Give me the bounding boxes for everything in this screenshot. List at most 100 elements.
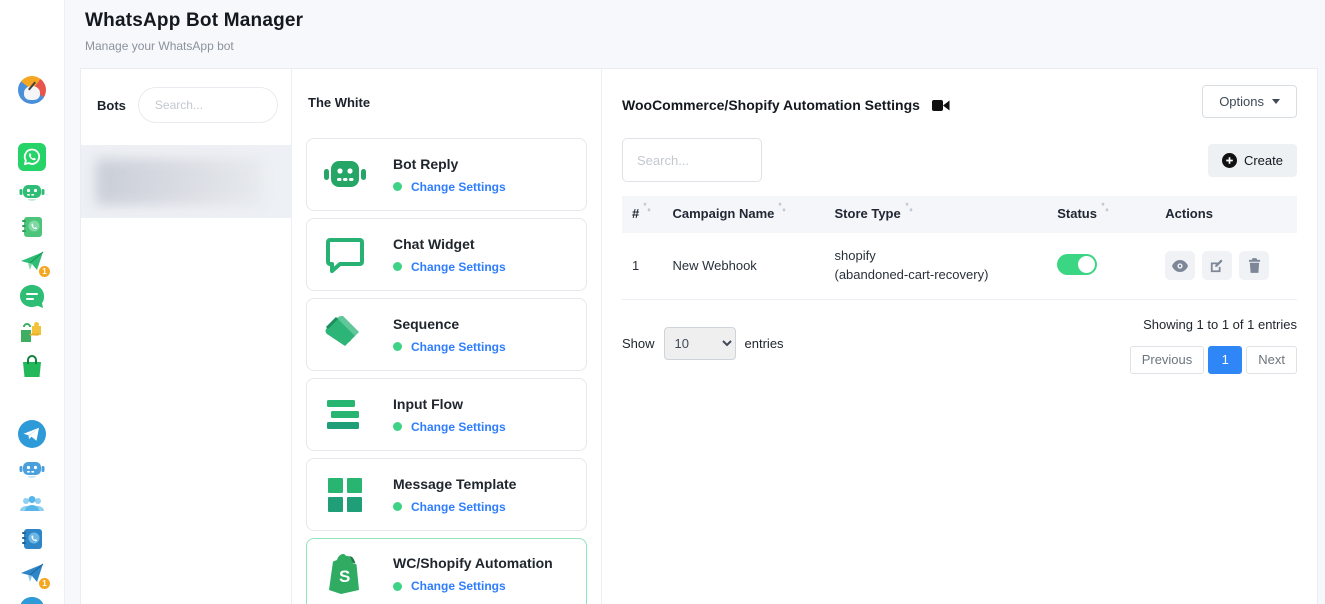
telegram-campaign-icon[interactable]: 1 (17, 559, 47, 589)
status-dot (393, 502, 402, 511)
page-1-button[interactable]: 1 (1208, 346, 1242, 374)
bot-list-item-selected[interactable] (81, 145, 291, 218)
app-root: 1 1 WhatsApp (0, 0, 1325, 604)
bot-menu-panel: The White Bot Reply Change Settings (292, 69, 602, 604)
bots-panel-title: Bots (97, 98, 126, 113)
card-label: Message Template (393, 476, 516, 492)
card-input-flow[interactable]: Input Flow Change Settings (306, 378, 587, 451)
view-button[interactable] (1165, 251, 1195, 280)
shopify-icon: S (321, 552, 369, 596)
row-campaign-name: New Webhook (663, 233, 825, 299)
telegram-contacts-icon[interactable] (17, 524, 47, 554)
video-camera-icon (932, 99, 950, 112)
next-page-button[interactable]: Next (1246, 346, 1297, 374)
column-header-status[interactable]: Status (1047, 196, 1155, 233)
card-wc-shopify-automation[interactable]: S WC/Shopify Automation Change Settings (306, 538, 587, 604)
page-size-control: Show 10 entries (622, 314, 784, 374)
robot-icon (321, 155, 369, 195)
chat-bubble-icon (321, 235, 369, 275)
status-dot (393, 582, 402, 591)
options-button[interactable]: Options (1202, 85, 1297, 118)
whatsapp-chat-icon[interactable] (17, 282, 47, 312)
bars-icon (321, 398, 369, 432)
row-index: 1 (622, 233, 663, 299)
card-chat-widget[interactable]: Chat Widget Change Settings (306, 218, 587, 291)
telegram-group-icon[interactable] (17, 489, 47, 519)
edit-icon (1210, 259, 1224, 273)
main-content: WhatsApp Bot Manager Manage your WhatsAp… (65, 0, 1325, 604)
card-label: WC/Shopify Automation (393, 555, 553, 571)
card-sequence[interactable]: Sequence Change Settings (306, 298, 587, 371)
page-size-select[interactable]: 10 (664, 327, 736, 360)
trash-icon (1248, 258, 1261, 273)
row-status (1047, 233, 1155, 299)
status-toggle-on[interactable] (1057, 254, 1097, 275)
bots-panel: Bots (81, 69, 292, 604)
status-dot (393, 422, 402, 431)
bot-name-title: The White (306, 69, 587, 138)
delete-button[interactable] (1239, 251, 1269, 280)
sort-icon (1101, 202, 1109, 212)
card-label: Bot Reply (393, 156, 506, 172)
store-icon[interactable] (17, 352, 47, 382)
whatsapp-bot-icon[interactable] (17, 177, 47, 207)
integrations-icon[interactable] (17, 317, 47, 347)
sort-icon (643, 202, 651, 212)
status-dot (393, 182, 402, 191)
whatsapp-contacts-icon[interactable] (17, 212, 47, 242)
pagination: Previous 1 Next (1130, 346, 1297, 374)
telegram-chat-icon[interactable] (17, 594, 47, 604)
plus-circle-icon (1222, 153, 1237, 168)
bots-panel-header: Bots (81, 69, 291, 139)
whatsapp-campaign-icon[interactable]: 1 (17, 247, 47, 277)
app-icon-rail: 1 1 (0, 0, 65, 604)
automation-panel: WooCommerce/Shopify Automation Settings … (602, 69, 1317, 604)
grid-icon (321, 476, 369, 514)
column-header-campaign-name[interactable]: Campaign Name (663, 196, 825, 233)
sort-icon (778, 202, 786, 212)
sort-icon (905, 202, 913, 212)
page-subtitle: Manage your WhatsApp bot (85, 39, 1325, 53)
create-button[interactable]: Create (1208, 144, 1297, 177)
card-label: Chat Widget (393, 236, 506, 252)
dashboard-gauge-icon[interactable] (17, 75, 47, 105)
card-label: Sequence (393, 316, 506, 332)
panels-container: Bots The White Bot Reply C (80, 68, 1318, 604)
whatsapp-icon[interactable] (17, 142, 47, 172)
change-settings-link[interactable]: Change Settings (411, 180, 506, 194)
automation-title: WooCommerce/Shopify Automation Settings (622, 97, 920, 113)
card-message-template[interactable]: Message Template Change Settings (306, 458, 587, 531)
table-header-row: # Campaign Name Store Type Status Action… (622, 196, 1297, 233)
change-settings-link[interactable]: Change Settings (411, 420, 506, 434)
change-settings-link[interactable]: Change Settings (411, 340, 506, 354)
paint-bucket-icon (321, 314, 369, 356)
campaigns-table: # Campaign Name Store Type Status Action… (622, 196, 1297, 300)
entries-label: entries (745, 336, 784, 351)
bot-name-redacted (96, 159, 261, 205)
table-row: 1 New Webhook shopify (abandoned-cart-re… (622, 233, 1297, 299)
chevron-down-icon (1272, 99, 1280, 104)
status-dot (393, 342, 402, 351)
page-title: WhatsApp Bot Manager (85, 10, 1325, 32)
change-settings-link[interactable]: Change Settings (411, 579, 506, 593)
row-store-type: shopify (abandoned-cart-recovery) (825, 233, 1048, 299)
campaign-badge: 1 (38, 577, 51, 590)
bots-search-input[interactable] (138, 87, 278, 123)
show-label: Show (622, 336, 655, 351)
card-label: Input Flow (393, 396, 506, 412)
column-header-index[interactable]: # (622, 196, 663, 233)
change-settings-link[interactable]: Change Settings (411, 260, 506, 274)
change-settings-link[interactable]: Change Settings (411, 500, 506, 514)
svg-text:S: S (339, 567, 350, 586)
page-header: WhatsApp Bot Manager Manage your WhatsAp… (65, 0, 1325, 68)
card-bot-reply[interactable]: Bot Reply Change Settings (306, 138, 587, 211)
eye-icon (1172, 260, 1188, 272)
telegram-icon[interactable] (17, 419, 47, 449)
table-search-input[interactable] (622, 138, 762, 182)
edit-button[interactable] (1202, 251, 1232, 280)
telegram-bot-icon[interactable] (17, 454, 47, 484)
table-footer: Show 10 entries Showing 1 to 1 of 1 entr… (622, 314, 1297, 374)
previous-page-button[interactable]: Previous (1130, 346, 1205, 374)
automation-toolbar: Create (622, 138, 1297, 182)
column-header-store-type[interactable]: Store Type (825, 196, 1048, 233)
